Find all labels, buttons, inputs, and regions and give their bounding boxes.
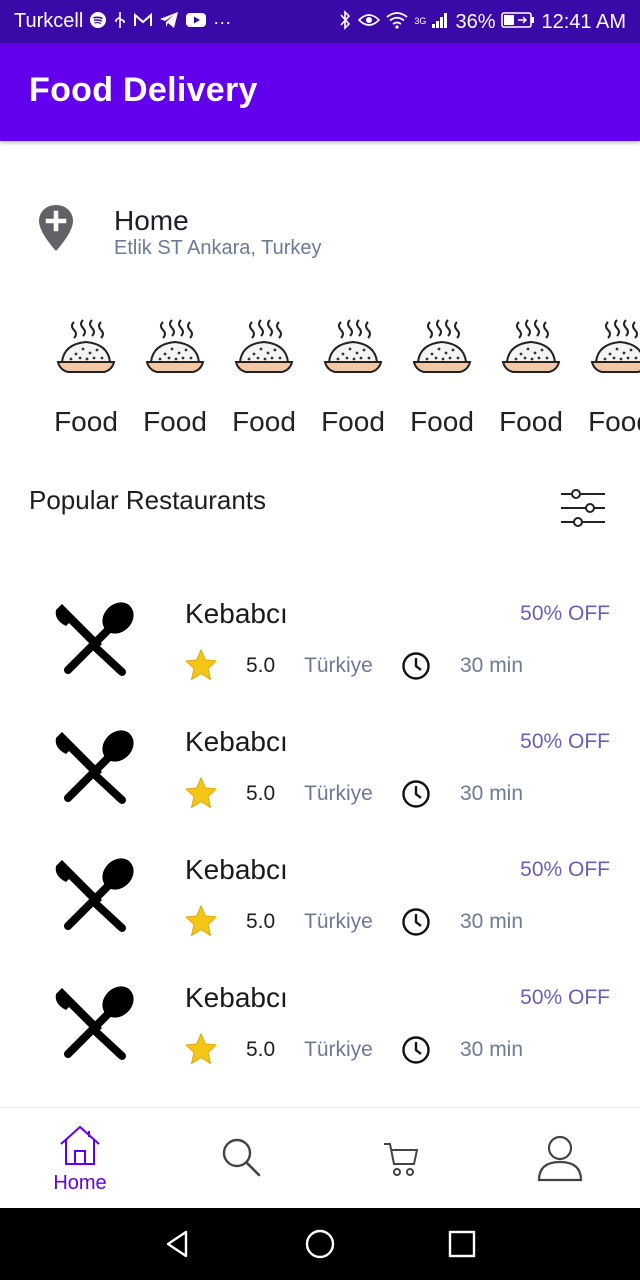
delivery-time: 30 min — [460, 782, 524, 805]
discount-badge: 50% OFF — [520, 858, 610, 881]
nav-item-home[interactable]: Home — [0, 1108, 160, 1209]
category-item[interactable]: Food — [313, 312, 393, 442]
restaurant-name: Kebabcı — [185, 726, 288, 757]
filter-sliders-icon — [561, 489, 605, 527]
delivery-time: 30 min — [460, 1038, 524, 1061]
recents-icon[interactable] — [446, 1228, 478, 1260]
location-pin-add-icon[interactable] — [37, 203, 75, 253]
signal-icon: 3G — [414, 11, 449, 33]
rating-value: 5.0 — [246, 910, 276, 933]
location-title: Home — [114, 205, 189, 236]
delivery-location[interactable]: Home Etlik ST Ankara, Turkey — [0, 195, 640, 265]
usb-icon — [113, 11, 127, 33]
delivery-time: 30 min — [460, 910, 524, 933]
cuisine-country: Türkiye — [304, 910, 373, 933]
back-icon[interactable] — [162, 1228, 194, 1260]
discount-badge: 50% OFF — [520, 986, 610, 1009]
restaurant-item[interactable]: Kebabcı 50% OFF 5.0 Türkiye 30 min — [0, 854, 640, 982]
app-title: Food Delivery — [29, 71, 258, 109]
star-icon — [184, 1032, 218, 1066]
battery-percent: 36% — [455, 10, 496, 33]
clock-icon — [401, 907, 431, 937]
bottom-navigation: Home — [0, 1107, 640, 1209]
cutlery-icon — [52, 598, 136, 678]
rating-value: 5.0 — [246, 654, 276, 677]
category-label: Food — [410, 406, 474, 437]
rice-bowl-icon — [56, 319, 116, 373]
battery-icon — [501, 11, 535, 33]
location-address: Etlik ST Ankara, Turkey — [114, 237, 322, 259]
category-item[interactable]: Food — [491, 312, 571, 442]
restaurant-name: Kebabcı — [185, 982, 288, 1013]
cuisine-country: Türkiye — [304, 1038, 373, 1061]
system-navigation-bar — [0, 1208, 640, 1280]
nav-item-profile[interactable] — [480, 1108, 640, 1209]
mail-icon — [133, 12, 153, 32]
nav-item-search[interactable] — [160, 1108, 320, 1209]
rice-bowl-icon — [323, 319, 383, 373]
restaurant-item[interactable]: Kebabcı 50% OFF 5.0 Türkiye 30 min — [0, 726, 640, 854]
youtube-icon — [185, 12, 207, 32]
category-label: Food — [588, 406, 640, 437]
rice-bowl-icon — [501, 319, 561, 373]
category-label: Food — [54, 406, 118, 437]
category-item[interactable]: Food — [402, 312, 482, 442]
category-item[interactable]: Food — [135, 312, 215, 442]
rice-bowl-icon — [590, 319, 640, 373]
category-label: Food — [499, 406, 563, 437]
eye-icon — [358, 12, 381, 32]
profile-icon — [537, 1135, 583, 1182]
more-dots-icon: ··· — [213, 11, 232, 32]
carrier-name: Turkcell — [14, 10, 84, 32]
app-bar: Food Delivery — [0, 43, 640, 141]
cuisine-country: Türkiye — [304, 782, 373, 805]
clock-icon — [401, 651, 431, 681]
star-icon — [184, 648, 218, 682]
delivery-time: 30 min — [460, 654, 524, 677]
nav-item-cart[interactable] — [320, 1108, 480, 1209]
category-item[interactable]: Food — [46, 312, 126, 442]
category-label: Food — [143, 406, 207, 437]
restaurant-item[interactable]: Kebabcı 50% OFF 5.0 Türkiye 30 min — [0, 598, 640, 726]
status-bar: Turkcell ··· 3G 36% 12:41 AM — [0, 0, 640, 43]
rice-bowl-icon — [234, 319, 294, 373]
star-icon — [184, 776, 218, 810]
network-type: 3G — [414, 16, 427, 26]
home-icon — [60, 1125, 100, 1165]
category-label: Food — [232, 406, 296, 437]
section-title: Popular Restaurants — [29, 485, 267, 515]
cutlery-icon — [52, 726, 136, 806]
spotify-icon — [89, 11, 107, 33]
category-label: Food — [321, 406, 385, 437]
status-bar-left: Turkcell ··· — [14, 10, 231, 33]
filter-button[interactable] — [558, 488, 608, 528]
rice-bowl-icon — [412, 319, 472, 373]
cutlery-icon — [52, 982, 136, 1062]
star-icon — [184, 904, 218, 938]
search-icon — [222, 1138, 261, 1177]
bluetooth-icon — [338, 10, 352, 34]
rice-bowl-icon — [145, 319, 205, 373]
cutlery-icon — [52, 854, 136, 934]
restaurant-name: Kebabcı — [185, 854, 288, 885]
wifi-icon — [386, 11, 408, 33]
clock-icon — [401, 1035, 431, 1065]
status-bar-right: 3G 36% 12:41 AM — [338, 10, 626, 34]
restaurant-item[interactable]: Kebabcı 50% OFF 5.0 Türkiye 30 min — [0, 982, 640, 1110]
telegram-icon — [159, 11, 179, 33]
discount-badge: 50% OFF — [520, 730, 610, 753]
category-item[interactable]: Food — [224, 312, 304, 442]
restaurant-name: Kebabcı — [185, 598, 288, 629]
nav-label-home: Home — [53, 1172, 107, 1194]
cart-icon — [384, 1143, 419, 1176]
category-item[interactable]: Food — [580, 312, 640, 442]
rating-value: 5.0 — [246, 1038, 276, 1061]
discount-badge: 50% OFF — [520, 602, 610, 625]
clock-time: 12:41 AM — [541, 10, 626, 33]
home-circle-icon[interactable] — [304, 1228, 336, 1260]
category-list[interactable]: Food Food Food Food Food Food Foo — [0, 312, 640, 442]
clock-icon — [401, 779, 431, 809]
rating-value: 5.0 — [246, 782, 276, 805]
cuisine-country: Türkiye — [304, 654, 373, 677]
